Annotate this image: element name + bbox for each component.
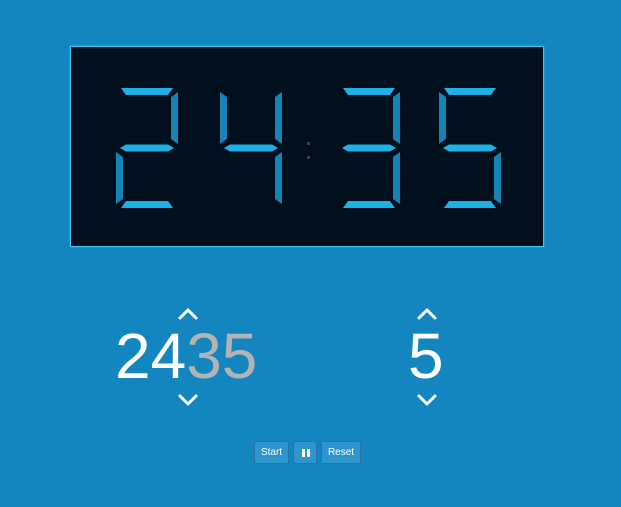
step-value[interactable]: 5 [408,324,444,388]
led-display [70,46,544,247]
digit-3-segment-c [393,152,400,204]
digit-4-segment-d [444,201,496,208]
step-decrement-button[interactable] [416,393,438,407]
digit-1-segment-g [120,144,174,152]
digit-4-segment-a [444,88,496,95]
pause-icon [302,449,310,457]
digit-3-segment-d [343,201,395,208]
timer-value[interactable]: 2435 [115,324,257,388]
digit-2-segment-b [275,92,282,144]
digit-4-segment-c [494,152,501,204]
chevron-down-icon [417,394,437,406]
pause-button[interactable] [293,441,317,464]
digit-4-segment-g [443,144,497,152]
colon-dot-2 [307,156,310,159]
reset-button[interactable]: Reset [321,441,361,464]
led-display-canvas [116,88,501,208]
timer-increment-button[interactable] [177,307,199,321]
digit-2-segment-c [275,152,282,204]
timer-decrement-button[interactable] [177,393,199,407]
step-increment-button[interactable] [416,307,438,321]
digit-3-segment-a [343,88,395,95]
digit-3-segment-g [342,144,396,152]
timer-seconds: 35 [186,320,258,392]
digit-3-segment-b [393,92,400,144]
start-button[interactable]: Start [254,441,289,464]
digit-1-segment-e [116,152,123,204]
digit-2-segment-f [220,92,227,144]
colon-dot-1 [307,142,310,145]
digit-4-segment-f [439,92,446,144]
chevron-up-icon [178,308,198,320]
timer-app: 2435 5 Start Reset [0,0,621,507]
digit-1-segment-a [121,88,173,95]
digit-1-segment-b [171,92,178,144]
chevron-up-icon [417,308,437,320]
digit-1-segment-d [121,201,173,208]
digit-2-segment-g [224,144,278,152]
chevron-down-icon [178,394,198,406]
timer-minutes: 24 [115,320,187,392]
